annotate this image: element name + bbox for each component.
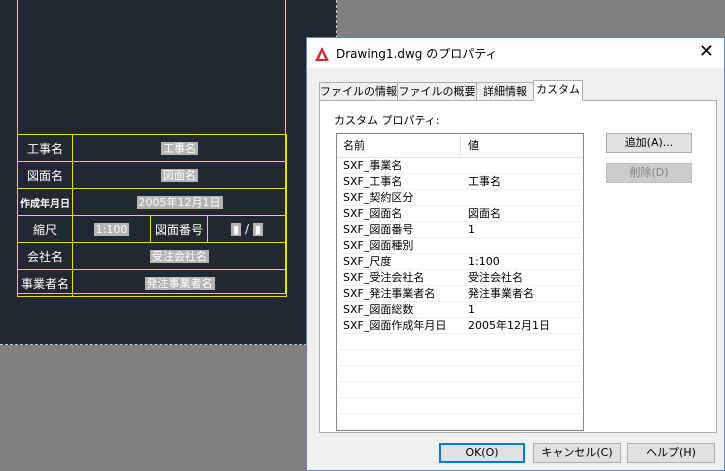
title-block-row: 作成年月日 2005年12月1日 [17,188,288,216]
property-row[interactable]: SXF_図面作成年月日 2005年12月1日 [337,318,583,334]
title-block-value: 図面名 [161,169,199,182]
property-name: SXF_契約区分 [343,191,414,204]
property-name: SXF_図面名 [343,207,403,220]
title-block-value-cell: 2005年12月1日 [71,188,288,216]
delete-button[interactable]: 削除(D) [606,163,692,183]
title-block-row: 事業者名 発注事業者名 [17,269,288,297]
column-header-value[interactable]: 値 [468,134,578,158]
tab-details[interactable]: 詳細情報 [476,82,534,100]
column-header-name[interactable]: 名前 [343,134,459,158]
drawing-total-value: ▮ [252,223,263,236]
property-value: 発注事業者名 [468,287,534,300]
property-name: SXF_図面総数 [343,303,414,316]
custom-properties-label: カスタム プロパティ: [334,114,440,127]
property-row[interactable] [337,350,583,366]
drawing-number-value: ▮ [231,223,242,236]
property-row[interactable]: SXF_図面名 図面名 [337,206,583,222]
property-value: 1 [468,303,475,316]
property-name: SXF_発注事業者名 [343,287,436,300]
property-row[interactable]: SXF_発注事業者名 発注事業者名 [337,286,583,302]
property-value: 1:100 [468,255,500,268]
title-block-value: 受注会社名 [150,250,210,263]
title-block-label: 図面名 [17,161,73,189]
custom-tab-panel: カスタム プロパティ: 名前 値 SXF_事業名 SXF_工事名 工事名 SXF_契約… [319,100,717,433]
title-block-label: 図面番号 [150,215,208,243]
property-row[interactable]: SXF_図面番号 1 [337,222,583,238]
custom-properties-grid[interactable]: 名前 値 SXF_事業名 SXF_工事名 工事名 SXF_契約区分 SXF_図面名 図面名… [336,133,584,431]
ok-button[interactable]: OK(O) [439,443,525,463]
title-block-value-cell: 発注事業者名 [71,269,288,297]
dialog-title: Drawing1.dwg のプロパティ [336,47,498,61]
title-block-value-cell: 1:100 [72,215,151,243]
cancel-button[interactable]: キャンセル(C) [533,443,621,463]
title-block-value-cell: 受注会社名 [71,242,288,270]
property-value: 図面名 [468,207,501,220]
title-block-value: 工事名 [161,142,199,155]
autocad-app-icon [315,46,329,61]
property-row[interactable]: SXF_工事名 工事名 [337,174,583,190]
property-name: SXF_図面種別 [343,239,414,252]
scale-value: 1:100 [93,223,130,236]
title-block-label: 作成年月日 [17,188,73,216]
title-block-value: 2005年12月1日 [136,196,223,209]
title-block-value: 発注事業者名 [144,277,215,290]
property-row[interactable] [337,366,583,382]
property-value: 2005年12月1日 [468,319,550,332]
property-row[interactable] [337,334,583,350]
tab-custom[interactable]: カスタム [533,80,583,101]
title-block-label: 会社名 [17,242,73,270]
property-value: 1 [468,223,475,236]
property-row[interactable]: SXF_受注会社名 受注会社名 [337,270,583,286]
title-block-row: 縮尺 1:100 図面番号 ▮ / ▮ [17,215,288,243]
property-row[interactable] [337,398,583,414]
property-row[interactable]: SXF_図面総数 1 [337,302,583,318]
property-value: 受注会社名 [468,271,523,284]
property-name: SXF_図面番号 [343,223,414,236]
tab-file-summary[interactable]: ファイルの概要 [397,82,477,100]
property-name: SXF_事業名 [343,159,403,172]
help-button[interactable]: ヘルプ(H) [627,443,715,463]
title-block-row: 工事名 工事名 [17,134,288,162]
dialog-titlebar[interactable]: Drawing1.dwg のプロパティ ✕ [307,38,724,68]
title-block-label: 事業者名 [17,269,73,297]
property-row[interactable]: SXF_尺度 1:100 [337,254,583,270]
tab-file-info[interactable]: ファイルの情報 [319,82,398,100]
title-block-row: 会社名 受注会社名 [17,242,288,270]
title-block-value-cell: 工事名 [71,134,288,162]
close-icon[interactable]: ✕ [699,42,714,62]
property-row[interactable]: SXF_事業名 [337,158,583,174]
title-block-label: 工事名 [17,134,73,162]
grid-header: 名前 値 [337,134,583,158]
title-block-label: 縮尺 [17,215,73,243]
drawing-number-slash: / [244,222,250,236]
property-name: SXF_受注会社名 [343,271,425,284]
property-row[interactable]: SXF_契約区分 [337,190,583,206]
column-divider[interactable] [460,134,461,158]
drawing-number-cell: ▮ / ▮ [206,215,288,243]
property-value: 工事名 [468,175,501,188]
properties-dialog: Drawing1.dwg のプロパティ ✕ ファイルの情報 ファイルの概要 詳細… [306,37,725,471]
title-block-value-cell: 図面名 [71,161,288,189]
property-row[interactable] [337,382,583,398]
property-row[interactable]: SXF_図面種別 [337,238,583,254]
property-name: SXF_尺度 [343,255,392,268]
property-name: SXF_工事名 [343,175,403,188]
title-block: 工事名 工事名 図面名 図面名 作成年月日 2005年12月1日 縮尺 1:10… [17,134,288,297]
property-name: SXF_図面作成年月日 [343,319,447,332]
property-row[interactable] [337,414,583,430]
title-block-row: 図面名 図面名 [17,161,288,189]
add-button[interactable]: 追加(A)... [606,133,692,153]
cad-drawing-area[interactable]: 工事名 工事名 図面名 図面名 作成年月日 2005年12月1日 縮尺 1:10… [0,0,337,345]
